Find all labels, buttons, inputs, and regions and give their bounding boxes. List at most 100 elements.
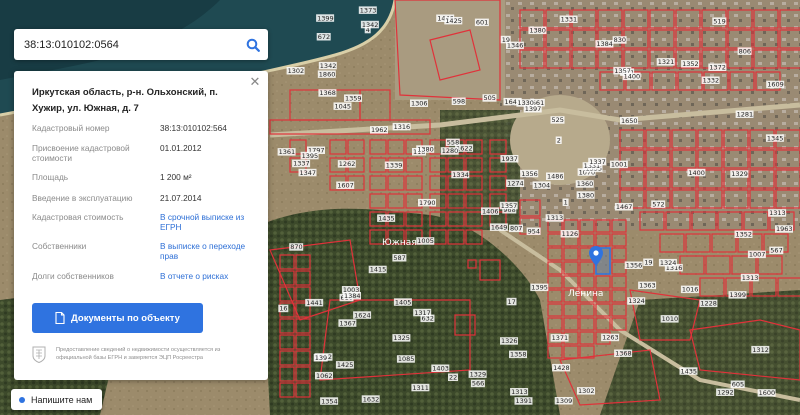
search-box[interactable] [14, 29, 268, 60]
map-pin-icon[interactable] [589, 246, 603, 266]
parcel-number-label: 1306 [411, 100, 428, 108]
parcel-number-label: 1391 [516, 397, 533, 405]
parcel-number-label: 1062 [316, 372, 333, 380]
parcel-number-label: 1332 [703, 77, 720, 85]
parcel-number-label: 1313 [547, 214, 564, 222]
search-input[interactable] [14, 29, 238, 60]
parcel-number-label: 1650 [621, 117, 638, 125]
parcel-number-label: 558 [447, 139, 459, 147]
info-row-label: Кадастровая стоимость [32, 212, 124, 222]
parcel-number-label: 1329 [731, 170, 748, 178]
parcel-number-label: 1406 [482, 207, 499, 215]
parcel-number-label: 1352 [682, 60, 699, 68]
parcel-number-label: 139 [315, 354, 327, 362]
parcel-number-label: 1357 [501, 202, 518, 210]
parcel-number-label: 2 [557, 137, 561, 145]
parcel-number-label: 1380 [529, 27, 546, 35]
parcel-number-label: 1371 [552, 334, 569, 342]
parcel-number-label: 1425 [445, 17, 462, 25]
parcel-number-label: 1321 [658, 58, 675, 66]
parcel-number-label: 1368 [319, 89, 336, 97]
object-documents-button[interactable]: Документы по объекту [32, 303, 203, 333]
parcel-number-label: 1 [564, 199, 568, 207]
parcel-number-label: 1428 [553, 364, 570, 372]
parcel-number-label: 1649 [491, 223, 508, 231]
parcel-number-label: 806 [739, 47, 751, 55]
info-row-value: 01.01.2012 [160, 143, 202, 153]
parcel-number-label: 1010 [662, 315, 679, 323]
document-icon [55, 312, 65, 324]
parcel-number-label: 1228 [700, 300, 717, 308]
info-row-value: 38:13:010102:564 [160, 123, 227, 133]
parcel-number-label: 1425 [337, 361, 354, 369]
parcel-number-label: 22 [449, 374, 457, 382]
parcel-number-label: 1359 [345, 94, 362, 102]
object-documents-button-label: Документы по объекту [71, 312, 180, 324]
parcel-number-label: 1354 [321, 397, 338, 405]
parcel-number-label: 1347 [300, 169, 317, 177]
parcel-number-label: 1304 [534, 181, 551, 189]
parcel-number-label: 1316 [394, 123, 411, 131]
rosreestr-emblem-icon [32, 346, 46, 363]
parcel-number-label: 1309 [556, 397, 573, 405]
parcel-number-label: 1790 [419, 199, 436, 207]
info-row-value: 1 200 м² [160, 172, 192, 182]
parcel-number-label: 1405 [395, 298, 412, 306]
parcel-number-label: 1003 [343, 286, 360, 294]
parcel-number-label: 1363 [639, 282, 656, 290]
parcel-number-label: 1324 [660, 259, 677, 267]
parcel-number-label: 505 [484, 94, 496, 102]
parcel-number-label: 830 [614, 36, 626, 44]
parcel-number-label: 525 [552, 116, 564, 124]
parcel-number-label: 807 [510, 225, 522, 233]
parcel-number-label: 1937 [501, 155, 518, 163]
parcel-number-label: 1313 [742, 274, 759, 282]
parcel-number-label: 1280 [442, 147, 459, 155]
info-row-label: Собственники [32, 241, 87, 251]
chat-button[interactable]: Напишите нам [11, 389, 102, 410]
parcel-number-label: 1395 [302, 152, 319, 160]
parcel-number-label: 1263 [602, 334, 619, 342]
info-row-label: Присвоение кадастровой стоимости [32, 143, 130, 163]
parcel-number-label: 1399 [730, 291, 747, 299]
parcel-number-label: 954 [528, 228, 540, 236]
parcel-number-label: 1016 [682, 286, 699, 294]
parcel-number-label: 1360 [577, 180, 594, 188]
parcel-number-label: 1262 [339, 160, 356, 168]
parcel-number-label: 672 [318, 33, 330, 41]
parcel-number-label: 1324 [628, 297, 645, 305]
search-button[interactable] [238, 29, 268, 60]
parcel-number-label: 1274 [507, 180, 524, 188]
parcel-number-label: 1292 [717, 389, 734, 397]
parcel-number-label: 1962 [371, 126, 388, 134]
parcel-number-label: 1600 [759, 389, 776, 397]
parcel-number-label: 1373 [360, 6, 377, 14]
info-row-value: 21.07.2014 [160, 193, 202, 203]
parcel-number-label: 1313 [769, 209, 786, 217]
object-info-card: ✕ Иркутская область, р-н. Ольхонский, п.… [14, 71, 268, 380]
parcel-number-label: 1311 [412, 384, 429, 392]
risk-report-link[interactable]: В отчете о рисках [160, 271, 260, 281]
urgent-extract-link[interactable]: В срочной выписке из ЕГРН [160, 212, 260, 232]
parcel-number-label: 1384 [596, 40, 613, 48]
parcel-number-label: 598 [453, 98, 465, 106]
close-icon[interactable]: ✕ [248, 75, 262, 89]
parcel-number-label: 1400 [624, 73, 641, 81]
parcel-number-label: 1372 [709, 64, 726, 72]
parcel-number-label: 601 [476, 19, 488, 27]
parcel-number-label: 1334 [452, 171, 469, 179]
parcel-number-label: 1281 [737, 111, 754, 119]
parcel-number-label: 1361 [279, 148, 296, 156]
parcel-number-label: 1435 [681, 367, 698, 375]
parcel-number-label: 1331 [561, 16, 578, 24]
rights-transfer-link[interactable]: В выписке о переходе прав [160, 241, 260, 261]
parcel-number-label: 1326 [501, 337, 518, 345]
parcel-number-label: 1317 [414, 309, 431, 317]
parcel-number-label: 1356 [521, 170, 538, 178]
parcel-number-label: 1001 [611, 161, 628, 169]
parcel-number-label: 1007 [749, 251, 766, 259]
parcel-number-label: 1380 [578, 191, 595, 199]
parcel-number-label: 1607 [337, 182, 354, 190]
parcel-number-label: 587 [393, 254, 405, 262]
info-row-label: Введение в эксплуатацию [32, 193, 133, 203]
